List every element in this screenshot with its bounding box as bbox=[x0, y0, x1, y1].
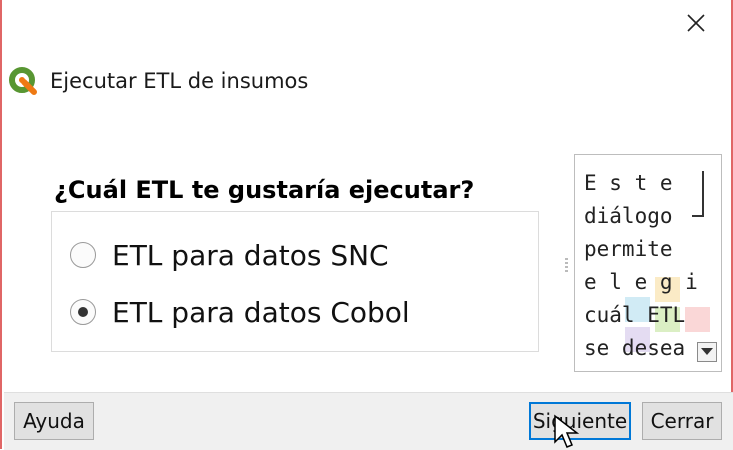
radio-selected-dot bbox=[78, 307, 88, 317]
help-line: E s t e bbox=[584, 171, 673, 195]
help-line: e l e g i r bbox=[584, 270, 702, 294]
cancel-button[interactable]: Cerrar bbox=[642, 402, 722, 440]
scroll-down-button[interactable] bbox=[697, 342, 717, 362]
radio-cobol[interactable] bbox=[70, 299, 96, 325]
mouse-cursor-icon bbox=[554, 414, 580, 448]
splitter-handle[interactable] bbox=[565, 258, 568, 272]
help-line: diálogo bbox=[584, 204, 673, 228]
help-text: E s t e diálogo permite e l e g i r cuál… bbox=[584, 167, 702, 365]
dialog-window: Ejecutar ETL de insumos ¿Cuál ETL te gus… bbox=[0, 0, 733, 450]
help-panel[interactable]: E s t e diálogo permite e l e g i r cuál… bbox=[574, 154, 722, 372]
radio-snc[interactable] bbox=[70, 242, 96, 268]
help-button[interactable]: Ayuda bbox=[14, 402, 94, 440]
help-line: permite bbox=[584, 237, 673, 261]
qgis-icon bbox=[9, 67, 37, 95]
option-label-cobol: ETL para datos Cobol bbox=[112, 296, 410, 329]
help-line: cuál ETL bbox=[584, 303, 686, 327]
question-heading: ¿Cuál ETL te gustaría ejecutar? bbox=[54, 176, 475, 204]
close-icon bbox=[687, 14, 705, 32]
help-line: se desea bbox=[584, 336, 686, 360]
option-label-snc: ETL para datos SNC bbox=[112, 239, 389, 272]
chevron-down-icon bbox=[701, 348, 713, 355]
etl-options-group: ETL para datos SNC ETL para datos Cobol bbox=[51, 211, 539, 352]
dialog-title: Ejecutar ETL de insumos bbox=[50, 69, 309, 93]
close-button[interactable] bbox=[678, 6, 712, 38]
